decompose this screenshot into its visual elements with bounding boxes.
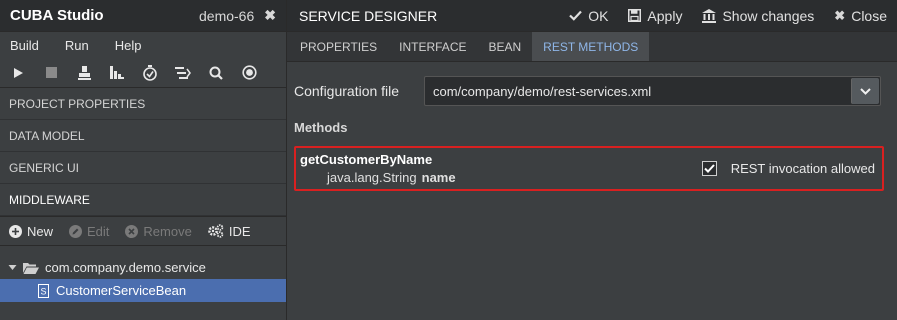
remove-label: Remove: [143, 223, 192, 239]
pencil-circle-icon: [69, 224, 83, 238]
config-dropdown-button[interactable]: [851, 78, 879, 104]
rest-invocation-toggle[interactable]: REST invocation allowed: [701, 161, 875, 176]
ide-label: IDE: [228, 223, 251, 239]
tree-service-label: CustomerServiceBean: [56, 283, 187, 298]
tab-interface[interactable]: INTERFACE: [388, 32, 477, 61]
record-icon[interactable]: [239, 63, 259, 83]
tab-bean[interactable]: BEAN: [477, 32, 532, 61]
tab-rest-methods[interactable]: REST METHODS: [532, 32, 650, 61]
tree-package-label: com.company.demo.service: [45, 260, 206, 275]
param-name: name: [421, 170, 456, 185]
apply-button[interactable]: Apply: [628, 8, 682, 24]
play-icon[interactable]: [8, 63, 28, 83]
deploy-icon[interactable]: [74, 63, 94, 83]
caret-down-icon[interactable]: [8, 263, 17, 272]
rest-invocation-checkbox[interactable]: [701, 161, 717, 176]
section-middleware[interactable]: MIDDLEWARE: [0, 184, 286, 216]
menu-build[interactable]: Build: [10, 38, 39, 53]
param-type: java.lang.String: [327, 170, 417, 185]
show-changes-label: Show changes: [722, 7, 815, 24]
section-data-model[interactable]: DATA MODEL: [0, 120, 286, 152]
middleware-actions: New Edit Remove IDE: [0, 216, 286, 246]
menu-run[interactable]: Run: [65, 38, 89, 53]
studio-header: CUBA Studio demo-66 ✖: [0, 0, 286, 32]
designer-title: SERVICE DESIGNER: [299, 7, 438, 24]
ok-button[interactable]: OK: [569, 8, 608, 24]
stop-icon[interactable]: [41, 63, 61, 83]
list-icon[interactable]: [173, 63, 193, 83]
menu-bar: Build Run Help: [0, 32, 286, 58]
ide-button[interactable]: IDE: [208, 224, 251, 239]
method-name: getCustomerByName: [300, 152, 433, 167]
edit-button[interactable]: Edit: [69, 224, 109, 239]
designer-header: SERVICE DESIGNER OK Apply Show changes ✖…: [287, 0, 897, 32]
edit-label: Edit: [87, 223, 110, 239]
close-label: Close: [851, 7, 887, 24]
check-icon[interactable]: [140, 63, 160, 83]
search-icon[interactable]: [206, 63, 226, 83]
studio-sidebar: CUBA Studio demo-66 ✖ Build Run Help PRO…: [0, 0, 286, 320]
method-info: getCustomerByName java.lang.String name: [300, 152, 702, 185]
apply-label: Apply: [647, 7, 683, 24]
project-name: demo-66: [199, 7, 255, 24]
ok-label: OK: [588, 7, 609, 24]
folder-open-icon: [23, 262, 39, 274]
new-label: New: [27, 223, 54, 239]
studio-toolbar: [0, 58, 286, 88]
service-tree: com.company.demo.service S CustomerServi…: [0, 246, 286, 302]
close-icon: ✖: [834, 7, 846, 23]
menu-help[interactable]: Help: [115, 38, 142, 53]
svg-text:S: S: [40, 286, 46, 296]
section-project-properties[interactable]: PROJECT PROPERTIES: [0, 88, 286, 120]
plus-circle-icon: [9, 224, 22, 238]
section-generic-ui[interactable]: GENERIC UI: [0, 152, 286, 184]
rest-methods-panel: Configuration file com/company/demo/rest…: [287, 62, 897, 205]
designer-tabs: PROPERTIES INTERFACE BEAN REST METHODS: [287, 32, 897, 62]
show-changes-button[interactable]: Show changes: [702, 8, 814, 24]
config-file-value: com/company/demo/rest-services.xml: [433, 83, 652, 99]
service-designer: SERVICE DESIGNER OK Apply Show changes ✖…: [286, 0, 897, 320]
config-file-select[interactable]: com/company/demo/rest-services.xml: [424, 76, 881, 106]
app-title: CUBA Studio: [10, 7, 104, 24]
method-param: java.lang.String name: [300, 170, 702, 185]
build-icon[interactable]: [107, 63, 127, 83]
close-button[interactable]: ✖ Close: [834, 8, 887, 24]
new-button[interactable]: New: [9, 224, 53, 239]
close-project-icon[interactable]: ✖: [264, 7, 276, 24]
tree-package[interactable]: com.company.demo.service: [0, 256, 286, 279]
tree-service-bean[interactable]: S CustomerServiceBean: [0, 279, 286, 302]
config-row: Configuration file com/company/demo/rest…: [294, 76, 890, 106]
service-file-icon: S: [38, 283, 49, 298]
save-icon: [628, 9, 642, 22]
rest-invocation-label: REST invocation allowed: [730, 161, 875, 176]
check-icon: [569, 10, 582, 21]
method-row: getCustomerByName java.lang.String name R…: [294, 146, 884, 191]
config-file-label: Configuration file: [294, 83, 400, 99]
gears-icon: [208, 224, 224, 238]
checkmark-icon: [703, 164, 715, 173]
remove-circle-icon: [125, 224, 139, 238]
chevron-down-icon: [860, 87, 871, 95]
methods-heading: Methods: [294, 120, 348, 135]
remove-button[interactable]: Remove: [125, 223, 192, 239]
tab-properties[interactable]: PROPERTIES: [289, 32, 388, 61]
bank-icon: [702, 8, 717, 23]
